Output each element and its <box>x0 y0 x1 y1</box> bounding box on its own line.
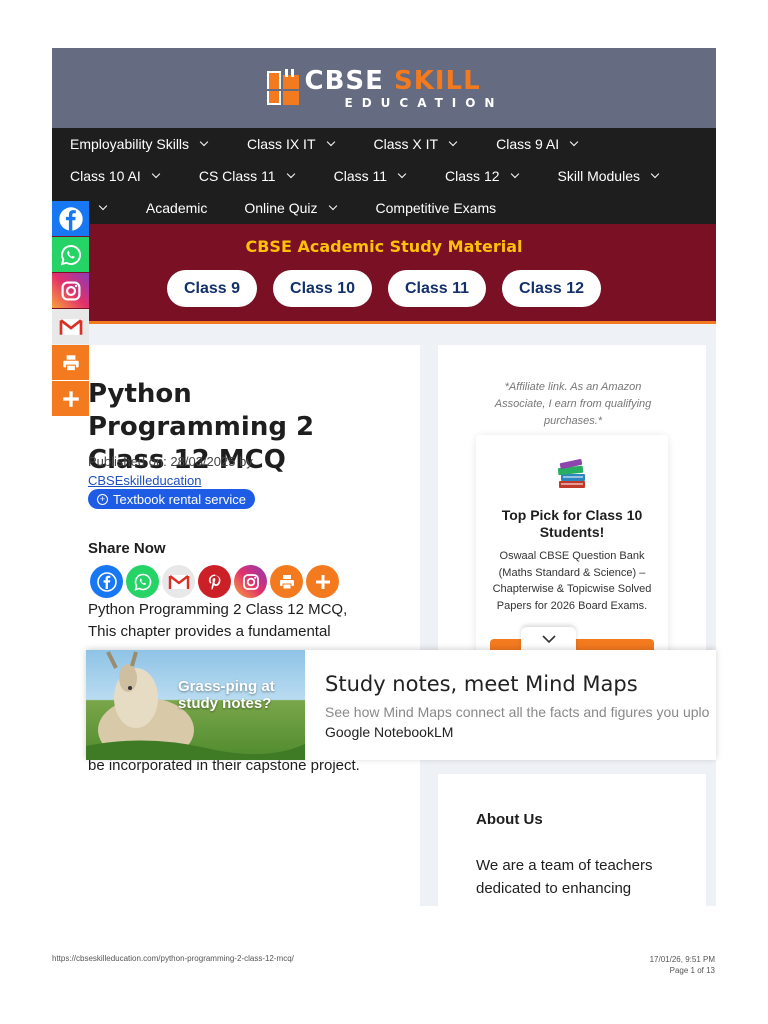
affiliate-note: *Affiliate link. As an Amazon Associate,… <box>494 381 652 427</box>
nav-row: ols Academic Online Quiz Competitive Exa… <box>52 192 716 224</box>
class-11-button[interactable]: Class 11 <box>387 270 487 307</box>
nav-class-x-it[interactable]: Class X IT <box>374 136 458 152</box>
plus-circle-icon: + <box>97 493 108 505</box>
nav-class-9-ai[interactable]: Class 9 AI <box>496 136 579 152</box>
ad-title: Study notes, meet Mind Maps <box>325 672 638 696</box>
site-header: CBSE SKILL EDUCATION <box>52 48 716 128</box>
instagram-icon[interactable] <box>52 273 89 308</box>
about-heading: About Us <box>476 811 543 828</box>
print-footer-url: https://cbseskilleducation.com/python-pr… <box>52 954 294 963</box>
textbook-rental-button[interactable]: + Textbook rental service <box>88 489 255 509</box>
whatsapp-icon[interactable] <box>52 237 89 272</box>
nav-employability-skills[interactable]: Employability Skills <box>70 136 209 152</box>
main-nav: Employability Skills Class IX IT Class X… <box>52 128 716 224</box>
post-meta: Published on: 28/03/2025 by CBSEskilledu… <box>88 452 253 490</box>
nav-skill-modules[interactable]: Skill Modules <box>558 168 660 184</box>
class-9-button[interactable]: Class 9 <box>167 270 258 307</box>
author-link[interactable]: CBSEskilleducation <box>88 471 253 490</box>
chevron-down-icon <box>397 169 407 179</box>
chevron-down-icon <box>569 137 579 147</box>
whatsapp-icon[interactable] <box>126 565 159 598</box>
chevron-down-icon <box>448 137 458 147</box>
nav-row: Class 10 AI CS Class 11 Class 11 Class 1… <box>52 160 716 192</box>
share-buttons <box>90 565 339 598</box>
product-title: Top Pick for Class 10 Students! <box>501 507 643 540</box>
chevron-down-icon <box>199 137 209 147</box>
gmail-icon[interactable] <box>162 565 195 598</box>
class-buttons: Class 9 Class 10 Class 11 Class 12 <box>52 270 716 307</box>
ad-image-headline: Grass-ping at study notes? <box>178 678 275 712</box>
ad-description: See how Mind Maps connect all the facts … <box>325 704 710 720</box>
chevron-down-icon <box>510 169 519 179</box>
instagram-icon[interactable] <box>234 565 267 598</box>
about-text: We are a team of teachers dedicated to e… <box>476 857 653 897</box>
class-10-button[interactable]: Class 10 <box>273 270 372 307</box>
ad-banner[interactable]: Grass-ping at study notes? Study notes, … <box>86 650 716 760</box>
nav-online-quiz[interactable]: Online Quiz <box>244 200 337 216</box>
ad-collapse-toggle[interactable] <box>521 627 576 651</box>
logo-text-primary: CBSE <box>304 65 384 96</box>
chevron-down-icon <box>286 169 295 179</box>
gmail-icon[interactable] <box>52 309 89 344</box>
floating-share-bar <box>52 201 89 417</box>
nav-academic[interactable]: Academic <box>146 200 207 216</box>
chevron-down-icon <box>326 137 335 147</box>
facebook-icon[interactable] <box>52 201 89 236</box>
share-heading: Share Now <box>88 540 166 557</box>
chevron-down-icon <box>650 169 660 179</box>
more-icon[interactable] <box>306 565 339 598</box>
nav-competitive-exams[interactable]: Competitive Exams <box>376 200 497 216</box>
nav-row: Employability Skills Class IX IT Class X… <box>52 128 716 160</box>
product-description: Oswaal CBSE Question Bank (Maths Standar… <box>492 550 652 612</box>
nav-cs-class-11[interactable]: CS Class 11 <box>199 168 295 184</box>
print-icon[interactable] <box>270 565 303 598</box>
article-body: Python Programming 2 Class 12 MCQ, This … <box>88 601 348 640</box>
ad-brand: Google NotebookLM <box>325 724 454 740</box>
academic-banner: CBSE Academic Study Material Class 9 Cla… <box>52 224 716 324</box>
print-footer-meta: 17/01/26, 9:51 PM Page 1 of 13 <box>650 954 715 976</box>
print-footer-datetime: 17/01/26, 9:51 PM <box>649 955 715 964</box>
about-widget: About Us We are a team of teachers dedic… <box>438 774 706 906</box>
pinterest-icon[interactable] <box>198 565 231 598</box>
chevron-down-icon <box>541 635 556 643</box>
chevron-down-icon <box>98 201 108 211</box>
book-logo-icon <box>266 69 299 105</box>
nav-class-ix-it[interactable]: Class IX IT <box>247 136 335 152</box>
logo-subtext: EDUCATION <box>344 95 504 110</box>
banner-title: CBSE Academic Study Material <box>245 237 523 256</box>
chevron-down-icon <box>328 201 337 211</box>
nav-class-11[interactable]: Class 11 <box>334 168 407 184</box>
print-footer-page: Page 1 of 13 <box>669 966 715 975</box>
article-card: Python Programming 2 Class 12 MCQ Publis… <box>52 345 420 906</box>
website-frame: CBSE SKILL EDUCATION Employability Skill… <box>52 48 716 906</box>
books-icon <box>557 458 585 488</box>
logo-text-accent: SKILL <box>393 65 481 96</box>
published-date: Published on: 28/03/2025 by <box>88 454 253 469</box>
nav-class-12[interactable]: Class 12 <box>445 168 519 184</box>
chevron-down-icon <box>151 169 161 179</box>
class-12-button[interactable]: Class 12 <box>502 270 601 307</box>
ad-image: Grass-ping at study notes? <box>86 650 305 760</box>
print-icon[interactable] <box>52 345 89 380</box>
more-icon[interactable] <box>52 381 89 416</box>
nav-class-10-ai[interactable]: Class 10 AI <box>70 168 161 184</box>
facebook-icon[interactable] <box>90 565 123 598</box>
site-logo[interactable]: CBSE SKILL EDUCATION <box>265 67 504 109</box>
